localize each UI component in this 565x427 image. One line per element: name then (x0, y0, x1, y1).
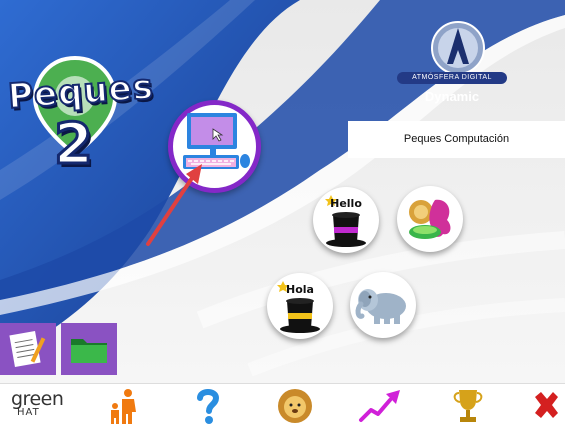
folder-tile[interactable] (61, 323, 117, 375)
pointer-arrow (146, 164, 202, 246)
bottom-toolbar: green HAT (0, 383, 565, 427)
activity-animals-button[interactable] (397, 186, 463, 252)
folder-icon (71, 339, 107, 363)
greenhat-bottom: HAT (17, 407, 40, 418)
lion-button[interactable] (275, 386, 315, 426)
trophy-icon (453, 390, 483, 422)
progress-button[interactable] (358, 386, 404, 426)
greenhat-top: green (11, 388, 64, 410)
parent-mode-button[interactable] (104, 386, 144, 426)
brand-name: ATMÓSFERA DIGITAL (397, 72, 507, 84)
atmosfera-globe-icon (431, 21, 485, 75)
brand-subtitle: Dynamic (424, 89, 480, 104)
help-icon (197, 389, 220, 424)
elephant-icon (355, 289, 406, 324)
close-button[interactable] (526, 386, 565, 426)
trophy-button[interactable] (448, 386, 488, 426)
lion-icon (278, 389, 312, 423)
greenhat-logo[interactable]: green HAT (11, 388, 64, 423)
progress-chart-icon (359, 390, 400, 422)
app-window: Peques 2 ATMÓSFERA DIGITAL Dynamic Peque… (0, 0, 565, 427)
animals-icon (409, 199, 451, 239)
sidebar-tiles (0, 323, 117, 375)
activity-hello-button[interactable]: Hello (313, 187, 379, 253)
activity-elephant-button[interactable] (350, 272, 416, 338)
hat-hello-label: Hello (330, 197, 362, 210)
hat-hola-label: Hola (286, 283, 314, 296)
logo-number: 2 (53, 111, 95, 179)
close-icon (535, 392, 558, 418)
notebook-tile[interactable] (0, 323, 56, 375)
section-title: Peques Computación (403, 133, 510, 145)
notebook-icon (9, 330, 46, 368)
help-button[interactable] (188, 386, 228, 426)
activity-hola-button[interactable]: Hola (267, 273, 333, 339)
parent-child-icon (111, 389, 136, 424)
section-title-bar: Peques Computación (348, 121, 565, 158)
